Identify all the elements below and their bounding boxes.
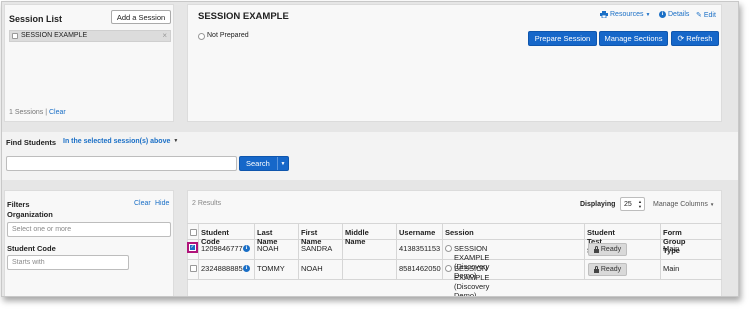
form-group-cell: Main xyxy=(663,264,680,273)
details-link[interactable]: i Details xyxy=(659,11,689,18)
refresh-label: Refresh xyxy=(686,34,713,43)
refresh-icon: ⟳ xyxy=(677,34,685,43)
student-code-filter[interactable] xyxy=(7,255,129,270)
last-name-cell: NOAH xyxy=(257,244,279,253)
row-checkbox-checked[interactable]: ✓ xyxy=(190,245,195,250)
remove-session-icon[interactable]: × xyxy=(162,31,167,40)
first-name-cell: NOAH xyxy=(301,264,323,273)
session-radio[interactable] xyxy=(445,265,452,272)
student-search-input[interactable] xyxy=(6,156,237,171)
form-group-cell: Main xyxy=(663,244,680,253)
pencil-icon: ✎ xyxy=(696,12,702,19)
session-status: Not Prepared xyxy=(207,32,249,39)
info-icon: i xyxy=(659,11,666,18)
edit-link[interactable]: ✎ Edit xyxy=(696,11,716,20)
session-checkbox[interactable] xyxy=(12,33,18,39)
status-badge[interactable]: Ready xyxy=(588,243,627,256)
search-options-caret[interactable]: ▼ xyxy=(277,157,288,170)
username-cell: 8581462050 xyxy=(399,264,441,273)
search-button[interactable]: Search ▼ xyxy=(239,156,289,171)
column-header[interactable]: Session xyxy=(445,228,474,237)
caret-down-icon: ▼ xyxy=(173,138,179,144)
caret-down-icon: ▼ xyxy=(645,11,651,18)
row-checkbox[interactable] xyxy=(190,265,197,272)
info-icon[interactable]: i xyxy=(243,245,250,252)
select-all-checkbox[interactable] xyxy=(190,229,197,236)
details-label: Details xyxy=(668,11,690,18)
manage-sections-button[interactable]: Manage Sections xyxy=(599,31,668,46)
app-window: Session List Add a Session SESSION EXAMP… xyxy=(1,1,739,297)
search-scope-dropdown[interactable]: In the selected session(s) above ▼ xyxy=(63,138,178,145)
session-cell: SESSION EXAMPLE (Discovery Demo) xyxy=(454,264,490,297)
student-code-cell: 2324888885 xyxy=(201,264,243,273)
filters-clear-link[interactable]: Clear xyxy=(134,200,151,207)
status-label: Ready xyxy=(600,266,622,273)
lock-icon xyxy=(593,245,599,253)
organization-select[interactable] xyxy=(7,222,171,237)
column-header[interactable]: Username xyxy=(399,228,435,237)
session-radio[interactable] xyxy=(445,245,452,252)
lock-icon xyxy=(593,265,599,273)
status-label: Ready xyxy=(600,246,622,253)
session-count: 1 Sessions xyxy=(9,109,44,116)
student-code-cell: 1209846777 xyxy=(201,244,243,253)
displaying-label: Displaying xyxy=(580,201,616,208)
separator: | xyxy=(45,109,48,116)
session-list-title: Session List xyxy=(9,14,63,24)
up-down-caret-icon: ▲ ▼ xyxy=(638,199,642,209)
page-size-value: 25 xyxy=(624,200,632,208)
first-name-cell: SANDRA xyxy=(301,244,333,253)
student-code-label: Student Code xyxy=(7,244,56,253)
status-badge[interactable]: Ready xyxy=(588,263,627,276)
organization-label: Organization xyxy=(7,210,53,219)
prepare-session-button[interactable]: Prepare Session xyxy=(528,31,597,46)
session-list-panel: Session List Add a Session SESSION EXAMP… xyxy=(4,4,174,122)
printer-icon xyxy=(600,11,608,18)
session-title: SESSION EXAMPLE xyxy=(198,11,289,22)
add-session-button[interactable]: Add a Session xyxy=(111,10,171,24)
find-students-bar: Find Students In the selected session(s)… xyxy=(2,132,738,180)
resources-label: Resources xyxy=(610,11,644,18)
clear-sessions-link[interactable]: Clear xyxy=(49,109,66,116)
resources-menu[interactable]: Resources ▼ xyxy=(600,11,650,18)
session-item-label: SESSION EXAMPLE xyxy=(21,32,88,39)
edit-label: Edit xyxy=(703,11,716,19)
find-students-label: Find Students xyxy=(6,138,56,147)
session-count-row: 1 Sessions | Clear xyxy=(9,109,66,116)
last-name-cell: TOMMY xyxy=(257,264,285,273)
scope-label: In the selected session(s) above xyxy=(63,138,171,145)
filters-hide-link[interactable]: Hide xyxy=(155,200,169,207)
session-detail-panel: SESSION EXAMPLE Resources ▼ i Details ✎ … xyxy=(187,4,722,122)
search-label: Search xyxy=(246,159,270,168)
page-size-select[interactable]: 25 ▲ ▼ xyxy=(620,197,645,211)
username-cell: 4138351153 xyxy=(399,244,441,253)
filters-panel: Filters Clear Hide Organization Student … xyxy=(4,190,174,296)
manage-columns-label: Manage Columns xyxy=(653,201,708,208)
refresh-button[interactable]: ⟳ Refresh xyxy=(671,31,719,46)
info-icon[interactable]: i xyxy=(243,265,250,272)
session-list-item[interactable]: SESSION EXAMPLE × xyxy=(9,30,171,42)
row-checkbox-highlight[interactable]: ✓ xyxy=(187,242,198,253)
results-count: 2 Results xyxy=(192,200,222,207)
table-top-border xyxy=(187,223,722,224)
filters-title: Filters xyxy=(7,200,30,209)
caret-down-icon: ▼ xyxy=(709,202,715,207)
manage-columns-dropdown[interactable]: Manage Columns ▼ xyxy=(653,201,714,208)
status-radio xyxy=(198,33,205,40)
